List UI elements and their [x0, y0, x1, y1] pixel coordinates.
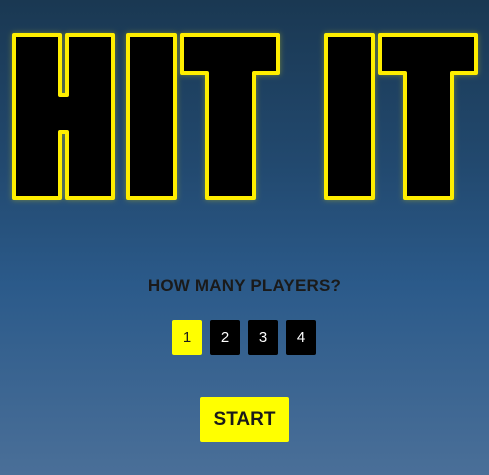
players-question: HOW MANY PLAYERS? — [147, 276, 342, 295]
game-title-logo — [12, 33, 478, 200]
title-letter-t-second — [378, 33, 478, 200]
player-option-1[interactable]: 1 — [172, 320, 202, 355]
start-button[interactable]: START — [200, 397, 289, 442]
title-letter-h — [12, 33, 115, 200]
title-letter-i-second — [324, 33, 375, 200]
game-title: HIT IT — [0, 0, 489, 240]
player-option-4[interactable]: 4 — [286, 320, 316, 355]
player-option-2[interactable]: 2 — [210, 320, 240, 355]
title-letter-i-first — [126, 33, 177, 200]
title-letter-t-first — [180, 33, 280, 200]
player-option-3[interactable]: 3 — [248, 320, 278, 355]
